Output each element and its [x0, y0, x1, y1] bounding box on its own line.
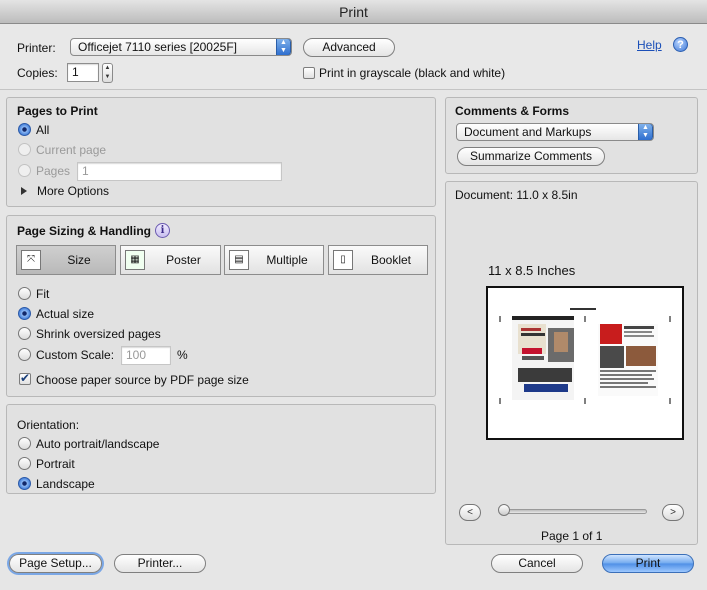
radio-custom-scale-label: Custom Scale: [36, 348, 115, 362]
print-dialog: Print Printer: Officejet 7110 series [20… [0, 0, 707, 590]
radio-all[interactable] [18, 123, 31, 136]
radio-shrink-oversized[interactable] [18, 327, 31, 340]
print-button[interactable]: Print [602, 554, 694, 573]
radio-current-page-label: Current page [36, 143, 107, 157]
mode-size-label: Size [67, 253, 91, 267]
pages-to-print-panel: Pages to Print All Current page Pages 1 … [6, 97, 436, 207]
mode-multiple-button[interactable]: ▤ Multiple [224, 245, 324, 275]
page-preview [486, 286, 684, 440]
mode-booklet-button[interactable]: ▯ Booklet [328, 245, 428, 275]
orientation-panel: Orientation: Auto portrait/landscape Por… [6, 404, 436, 494]
help-link[interactable]: Help [637, 38, 662, 52]
previous-page-button[interactable]: < [459, 504, 481, 521]
custom-scale-field[interactable]: 100 [121, 346, 171, 365]
copies-field[interactable]: 1 [67, 63, 99, 82]
page-slider[interactable] [500, 509, 647, 514]
printer-label: Printer: [17, 41, 56, 55]
printer-bar: Printer: Officejet 7110 series [20025F] … [0, 24, 707, 90]
page-indicator: Page 1 of 1 [541, 529, 603, 543]
comments-forms-title: Comments & Forms [455, 104, 570, 118]
mode-size-button[interactable]: ⤧ Size [16, 245, 116, 275]
printer-select-value: Officejet 7110 series [20025F] [78, 40, 237, 54]
window-title: Print [0, 0, 707, 24]
multiple-icon: ▤ [229, 250, 249, 270]
radio-auto-orientation-label: Auto portrait/landscape [36, 437, 160, 451]
poster-icon: ▦ [125, 250, 145, 270]
radio-pages-label: Pages [36, 164, 71, 178]
radio-actual-size[interactable] [18, 307, 31, 320]
mode-poster-label: Poster [166, 253, 201, 267]
radio-current-page[interactable] [18, 143, 31, 156]
advanced-button[interactable]: Advanced [303, 38, 395, 57]
mode-multiple-label: Multiple [266, 253, 308, 267]
copies-stepper[interactable]: ▲ ▼ [102, 63, 113, 83]
printer-select[interactable]: Officejet 7110 series [20025F] ▲ ▼ [70, 38, 292, 56]
booklet-icon: ▯ [333, 250, 353, 270]
select-arrows-icon: ▲ ▼ [638, 124, 653, 140]
help-icon[interactable]: ? [673, 37, 688, 52]
page-setup-button[interactable]: Page Setup... [9, 554, 102, 573]
copies-label: Copies: [17, 66, 58, 80]
radio-landscape-label: Landscape [36, 477, 95, 491]
radio-shrink-oversized-label: Shrink oversized pages [36, 327, 161, 341]
radio-all-label: All [36, 123, 50, 137]
radio-fit-label: Fit [36, 287, 50, 301]
size-icon: ⤧ [21, 250, 41, 270]
radio-portrait-label: Portrait [36, 457, 75, 471]
radio-custom-scale[interactable] [18, 348, 31, 361]
cancel-button[interactable]: Cancel [491, 554, 583, 573]
orientation-title: Orientation: [17, 418, 80, 432]
comments-forms-panel: Comments & Forms Document and Markups ▲ ▼… [445, 97, 698, 174]
info-icon[interactable]: i [155, 223, 170, 238]
grayscale-checkbox[interactable] [303, 67, 315, 79]
pages-range-field[interactable]: 1 [77, 162, 282, 181]
paper-source-label: Choose paper source by PDF page size [36, 373, 249, 387]
radio-auto-orientation[interactable] [18, 437, 31, 450]
mode-booklet-label: Booklet [370, 253, 412, 267]
next-page-button[interactable]: > [662, 504, 684, 521]
radio-actual-size-label: Actual size [36, 307, 95, 321]
mode-poster-button[interactable]: ▦ Poster [120, 245, 221, 275]
comments-forms-select-value: Document and Markups [464, 125, 592, 139]
radio-pages[interactable] [18, 164, 31, 177]
pages-to-print-title: Pages to Print [17, 104, 98, 118]
radio-portrait[interactable] [18, 457, 31, 470]
summarize-comments-button[interactable]: Summarize Comments [457, 147, 605, 166]
paper-source-checkbox[interactable] [19, 371, 31, 385]
paper-size-label: 11 x 8.5 Inches [488, 263, 576, 278]
more-options-toggle[interactable]: More Options [37, 183, 109, 199]
disclosure-triangle-icon[interactable] [21, 187, 27, 195]
radio-landscape[interactable] [18, 477, 31, 490]
preview-graphic [499, 308, 671, 404]
comments-forms-select[interactable]: Document and Markups ▲ ▼ [456, 123, 654, 141]
printer-button[interactable]: Printer... [114, 554, 206, 573]
document-size: Document: 11.0 x 8.5in [455, 188, 578, 202]
grayscale-label: Print in grayscale (black and white) [319, 66, 506, 80]
page-sizing-panel: Page Sizing & Handling i ⤧ Size ▦ Poster… [6, 215, 436, 397]
page-sizing-title: Page Sizing & Handling [17, 224, 152, 238]
preview-panel: Document: 11.0 x 8.5in 11 x 8.5 Inches <… [445, 181, 698, 545]
page-slider-knob[interactable] [498, 504, 510, 516]
select-arrows-icon: ▲ ▼ [276, 39, 291, 55]
custom-scale-unit: % [177, 348, 188, 362]
radio-fit[interactable] [18, 287, 31, 300]
